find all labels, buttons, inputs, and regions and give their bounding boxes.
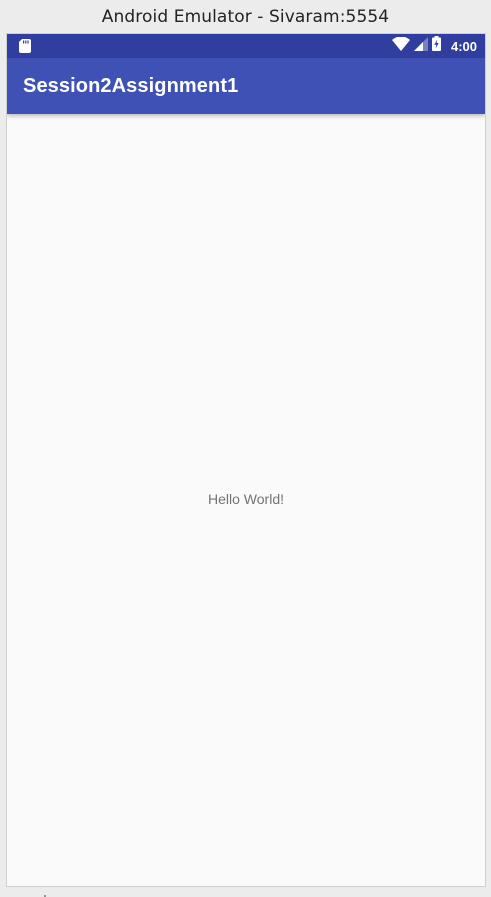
wifi-icon <box>391 35 410 56</box>
hello-world-text: Hello World! <box>208 491 284 507</box>
cell-signal-icon <box>413 36 428 56</box>
sd-card-icon <box>19 39 31 53</box>
status-icons: 4:00 <box>391 34 477 58</box>
status-bar: 4:00 <box>7 34 485 58</box>
emulator-title-bar: Android Emulator - Sivaram:5554 <box>0 0 491 33</box>
device-screen[interactable]: 4:00 Session2Assignment1 Hello World! <box>6 33 486 887</box>
emulator-title: Android Emulator - Sivaram:5554 <box>101 6 390 27</box>
emulator-window: Android Emulator - Sivaram:5554 4:00 Ses… <box>0 0 491 897</box>
app-toolbar: Session2Assignment1 <box>7 58 485 114</box>
battery-charging-icon <box>431 36 441 56</box>
status-time: 4:00 <box>450 38 477 54</box>
main-content: Hello World! <box>7 114 485 886</box>
app-title: Session2Assignment1 <box>23 74 239 97</box>
